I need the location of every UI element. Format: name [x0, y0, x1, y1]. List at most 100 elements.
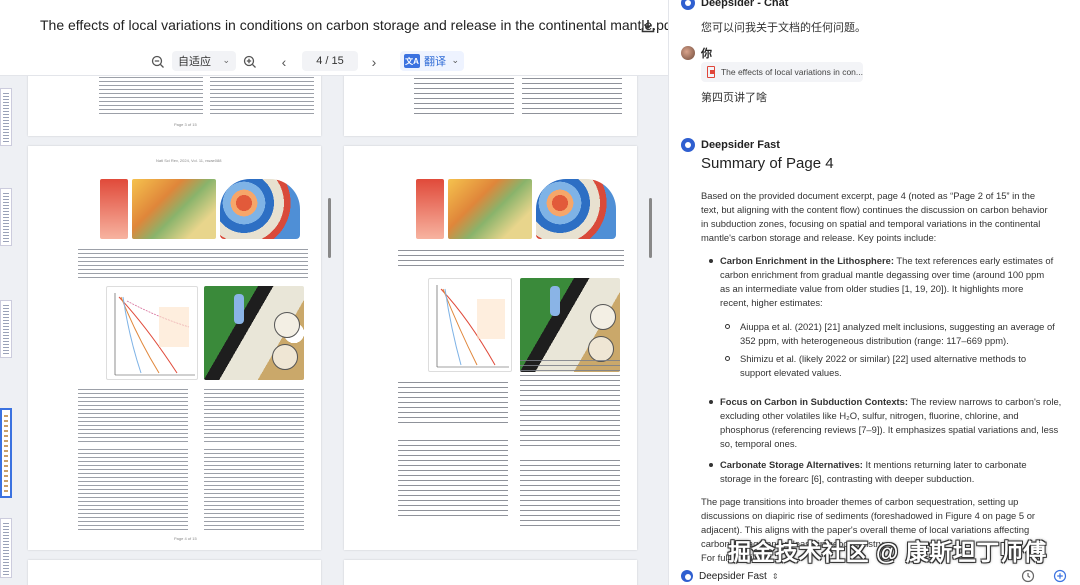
text-line: It mentions returning later to carbonate: [862, 459, 1027, 470]
attachment-chip[interactable]: The effects of local variations in con..…: [701, 62, 863, 82]
history-icon[interactable]: [1021, 569, 1035, 583]
text-line: carbon enrichment from gradual mantle de…: [720, 269, 1045, 280]
page-footer: Page 4 of 15: [174, 536, 197, 541]
text-line: Shimizu et al. (likely 2022 or similar) …: [740, 353, 1027, 364]
text-line: The review narrows to carbon's role,: [908, 396, 1062, 407]
text-line: mantle's carbon storage and release. Key…: [701, 232, 937, 243]
pdf-viewer: Page 3 of 15 Natl Sci Rev, 2024, Vol. 11…: [0, 0, 668, 585]
summary-intro: Based on the provided document excerpt, …: [701, 189, 1048, 245]
translate-button[interactable]: 文A 翻译 ⌄: [400, 51, 464, 71]
text-line: text, but aligning with the content flow…: [701, 204, 1048, 215]
document-title: The effects of local variations in condi…: [40, 17, 668, 33]
translate-label: 翻译: [424, 56, 446, 68]
bot-name: Deepsider Fast: [701, 139, 780, 151]
figure-3-temperature-plot: [106, 286, 198, 380]
text-line: in subduction zones, focusing on spatial…: [701, 218, 1041, 229]
translate-icon: 文A: [404, 54, 420, 68]
sub-bullet-icon: [725, 356, 730, 361]
watermark: 掘金技术社区 @ 康斯坦丁师傅: [728, 539, 1047, 565]
text-line: Based on the provided document excerpt, …: [701, 190, 1036, 201]
model-select[interactable]: Deepsider Fast ⇕: [681, 570, 779, 582]
zoom-in-button[interactable]: [240, 52, 260, 72]
chat-header: Deepsider - Chat: [681, 0, 788, 10]
thumbnail-page[interactable]: [0, 188, 12, 246]
figure-2-cross-section: [132, 179, 216, 239]
chat-panel: Deepsider - Chat 您可以问我关于文档的任何问题。 你 The e…: [668, 0, 1080, 585]
page-number-input[interactable]: 4 / 15: [302, 51, 358, 71]
text-line: 352 ppm, with heterogeneous distribution…: [740, 335, 1009, 346]
scrollbar-translated[interactable]: [649, 198, 652, 258]
chevron-left-icon: ‹: [281, 54, 287, 70]
text-line: recent, higher estimates:: [720, 297, 823, 308]
pdf-page-next-original: [28, 560, 321, 585]
text-line: support elevated values.: [740, 367, 842, 378]
figure-2-tomography-map: [536, 179, 616, 239]
chat-bottom-bar: Deepsider Fast ⇕: [669, 566, 1080, 585]
chevron-updown-icon: ⇕: [771, 571, 779, 581]
text-line: phosphorus (referencing reviews [7–9]). …: [720, 424, 1059, 435]
chevron-down-icon: ⌄: [451, 55, 459, 65]
new-chat-icon[interactable]: [1053, 569, 1067, 583]
model-select-label: Deepsider Fast: [699, 570, 767, 582]
user-avatar: [681, 46, 695, 60]
figure-2-cross-section: [448, 179, 532, 239]
chat-header-title: Deepsider - Chat: [701, 0, 789, 9]
viewer-toolbar: 自适应 ⌄ ‹ 4 / 15 › 文A 翻译 ⌄: [0, 50, 668, 74]
bullet-icon: [709, 463, 713, 467]
user-name: 你: [701, 48, 712, 60]
thumbnail-page-current[interactable]: [0, 408, 12, 498]
deepsider-logo-icon: [681, 138, 695, 152]
text-line: so, temporal ones.: [720, 438, 798, 449]
bot-greeting: 您可以问我关于文档的任何问题。: [701, 22, 866, 34]
previous-page-button[interactable]: ‹: [274, 52, 294, 72]
user-message: 第四页讲了啥: [701, 92, 767, 104]
page-footer: Page 3 of 15: [174, 122, 197, 127]
next-page-button[interactable]: ›: [364, 52, 384, 72]
thumbnail-page[interactable]: [0, 88, 12, 146]
zoom-select[interactable]: 自适应 ⌄: [172, 51, 236, 71]
figure-4-subduction-diagram: [204, 286, 304, 380]
bullet-title: Focus on Carbon in Subduction Contexts:: [720, 396, 909, 407]
bullet-carbon-enrichment: Carbon Enrichment in the Lithosphere: Th…: [720, 254, 1053, 310]
bullet-title: Carbonate Storage Alternatives:: [720, 459, 863, 470]
text-line: as an intermediate value from older stud…: [720, 283, 1024, 294]
pdf-page-current-translated: [344, 146, 637, 550]
chevron-down-icon: ⌄: [222, 55, 230, 65]
sub-bullet-icon: [725, 324, 730, 329]
chevron-right-icon: ›: [371, 54, 377, 70]
zoom-out-button[interactable]: [148, 52, 168, 72]
page-header: Natl Sci Rev, 2024, Vol. 11, nwae088: [156, 158, 222, 163]
summary-title: Summary of Page 4: [701, 155, 834, 172]
download-button[interactable]: [636, 14, 660, 38]
user-name-row: 你: [681, 45, 712, 61]
thumbnail-strip[interactable]: [0, 78, 14, 585]
thumbnail-page[interactable]: [0, 518, 12, 578]
zoom-select-label: 自适应: [178, 56, 211, 68]
scrollbar-original[interactable]: [328, 198, 331, 258]
figure-3-temperature-plot: [428, 278, 512, 372]
pdf-file-icon: [707, 66, 715, 78]
deepsider-logo-icon: [681, 570, 693, 582]
deepsider-logo-icon: [681, 0, 695, 10]
bot-name-row: Deepsider Fast: [681, 138, 780, 152]
zoom-out-icon: [151, 55, 164, 68]
attachment-name: The effects of local variations in con..…: [720, 67, 863, 77]
text-line: The text references early estimates of: [893, 255, 1054, 266]
text-line: discussions on diapiric rise of sediment…: [701, 510, 1036, 521]
bullet-icon: [709, 400, 713, 404]
text-line: storage in the forearc [6], contrasting …: [720, 473, 975, 484]
text-line: excluding other volatiles like H₂O, sulf…: [720, 410, 1019, 421]
bullet-icon: [709, 259, 713, 263]
text-line: The page transitions into broader themes…: [701, 496, 1019, 507]
sub-bullet-aiuppa: Aiuppa et al. (2021) [21] analyzed melt …: [740, 320, 1055, 348]
bullet-subduction-contexts: Focus on Carbon in Subduction Contexts: …: [720, 395, 1061, 451]
thumbnail-page[interactable]: [0, 300, 12, 358]
download-icon: [641, 20, 655, 33]
bullet-carbonate-storage: Carbonate Storage Alternatives: It menti…: [720, 458, 1027, 486]
text-line: Aiuppa et al. (2021) [21] analyzed melt …: [740, 321, 1055, 332]
pdf-page-current-original: Natl Sci Rev, 2024, Vol. 11, nwae088 Pag…: [28, 146, 321, 550]
figure-2-tomography-map: [220, 179, 300, 239]
sub-bullet-shimizu: Shimizu et al. (likely 2022 or similar) …: [740, 352, 1026, 380]
figure-2-plume-diagram: [100, 179, 128, 239]
figure-2-plume-diagram: [416, 179, 444, 239]
